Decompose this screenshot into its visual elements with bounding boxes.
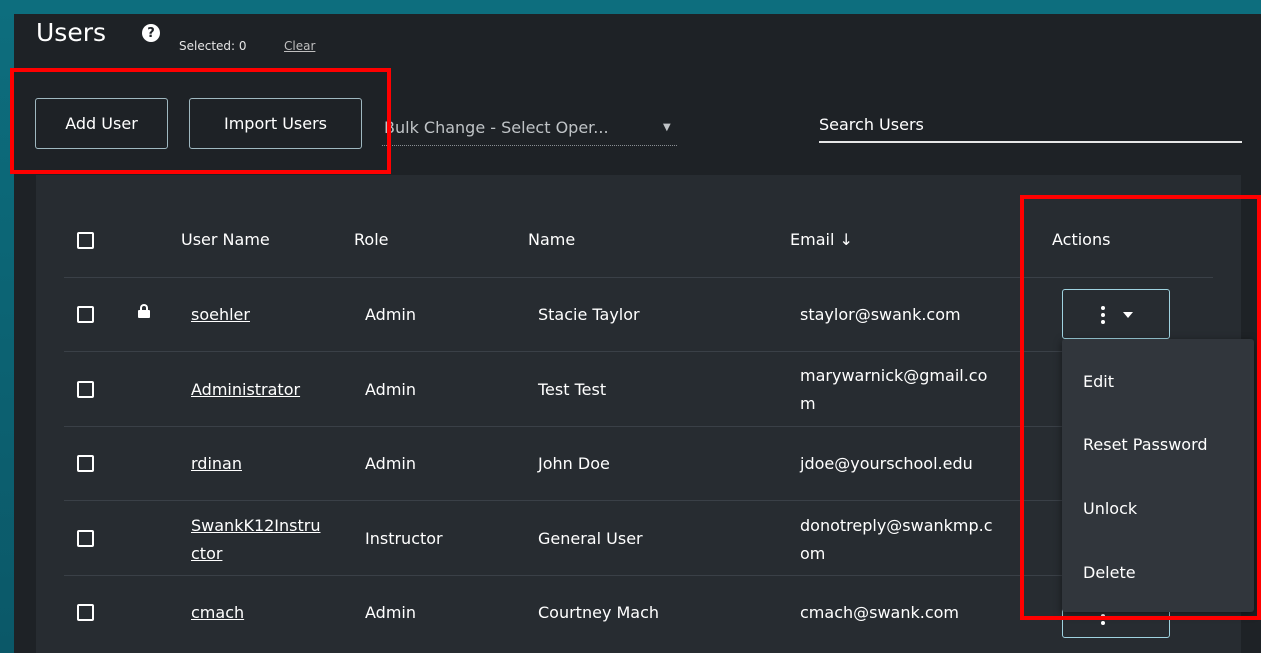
select-all-checkbox[interactable] xyxy=(77,232,94,249)
column-header-role[interactable]: Role xyxy=(354,230,388,249)
lock-icon xyxy=(138,304,150,318)
column-header-name[interactable]: Name xyxy=(528,230,575,249)
role-cell: Instructor xyxy=(365,529,443,548)
row-checkbox[interactable] xyxy=(77,455,94,472)
name-cell: Stacie Taylor xyxy=(538,305,640,324)
email-cell-line1: marywarnick@gmail.co xyxy=(800,366,988,385)
role-cell: Admin xyxy=(365,454,416,473)
username-link[interactable]: soehler xyxy=(191,305,250,324)
email-cell-line1: donotreply@swankmp.c xyxy=(800,516,993,535)
page-title: Users xyxy=(36,18,107,47)
username-link-line1[interactable]: SwankK12Instru xyxy=(191,516,321,535)
email-cell-line2: m xyxy=(800,394,816,413)
email-cell: staylor@swank.com xyxy=(800,305,961,324)
email-cell: cmach@swank.com xyxy=(800,603,960,622)
bulk-change-label: Bulk Change - Select Oper... xyxy=(384,118,609,137)
column-header-email[interactable]: Email ↓ xyxy=(790,230,853,249)
search-input[interactable]: Search Users xyxy=(819,107,1242,143)
role-cell: Admin xyxy=(365,380,416,399)
chevron-down-icon: ▼ xyxy=(663,122,671,133)
username-link[interactable]: Administrator xyxy=(191,380,300,399)
row-checkbox[interactable] xyxy=(77,381,94,398)
clear-selection-link[interactable]: Clear xyxy=(284,39,315,53)
username-link[interactable]: cmach xyxy=(191,603,244,622)
username-link-line2[interactable]: ctor xyxy=(191,544,222,563)
role-cell: Admin xyxy=(365,305,416,324)
row-checkbox[interactable] xyxy=(77,306,94,323)
role-cell: Admin xyxy=(365,603,416,622)
name-cell: Courtney Mach xyxy=(538,603,660,622)
highlight-box-actions xyxy=(1020,195,1261,620)
bulk-change-select[interactable]: Bulk Change - Select Oper... ▼ xyxy=(382,110,677,146)
highlight-box-toolbar xyxy=(10,68,391,174)
selected-count: Selected: 0 xyxy=(179,39,247,53)
question-circle-icon[interactable]: ? xyxy=(142,24,160,42)
email-cell-line2: om xyxy=(800,544,826,563)
column-header-username[interactable]: User Name xyxy=(181,230,270,249)
username-link[interactable]: rdinan xyxy=(191,454,242,473)
name-cell: Test Test xyxy=(538,380,607,399)
row-checkbox[interactable] xyxy=(77,604,94,621)
name-cell: John Doe xyxy=(538,454,610,473)
row-checkbox[interactable] xyxy=(77,530,94,547)
search-placeholder: Search Users xyxy=(819,114,924,134)
name-cell: General User xyxy=(538,529,643,548)
email-cell: jdoe@yourschool.edu xyxy=(800,454,973,473)
